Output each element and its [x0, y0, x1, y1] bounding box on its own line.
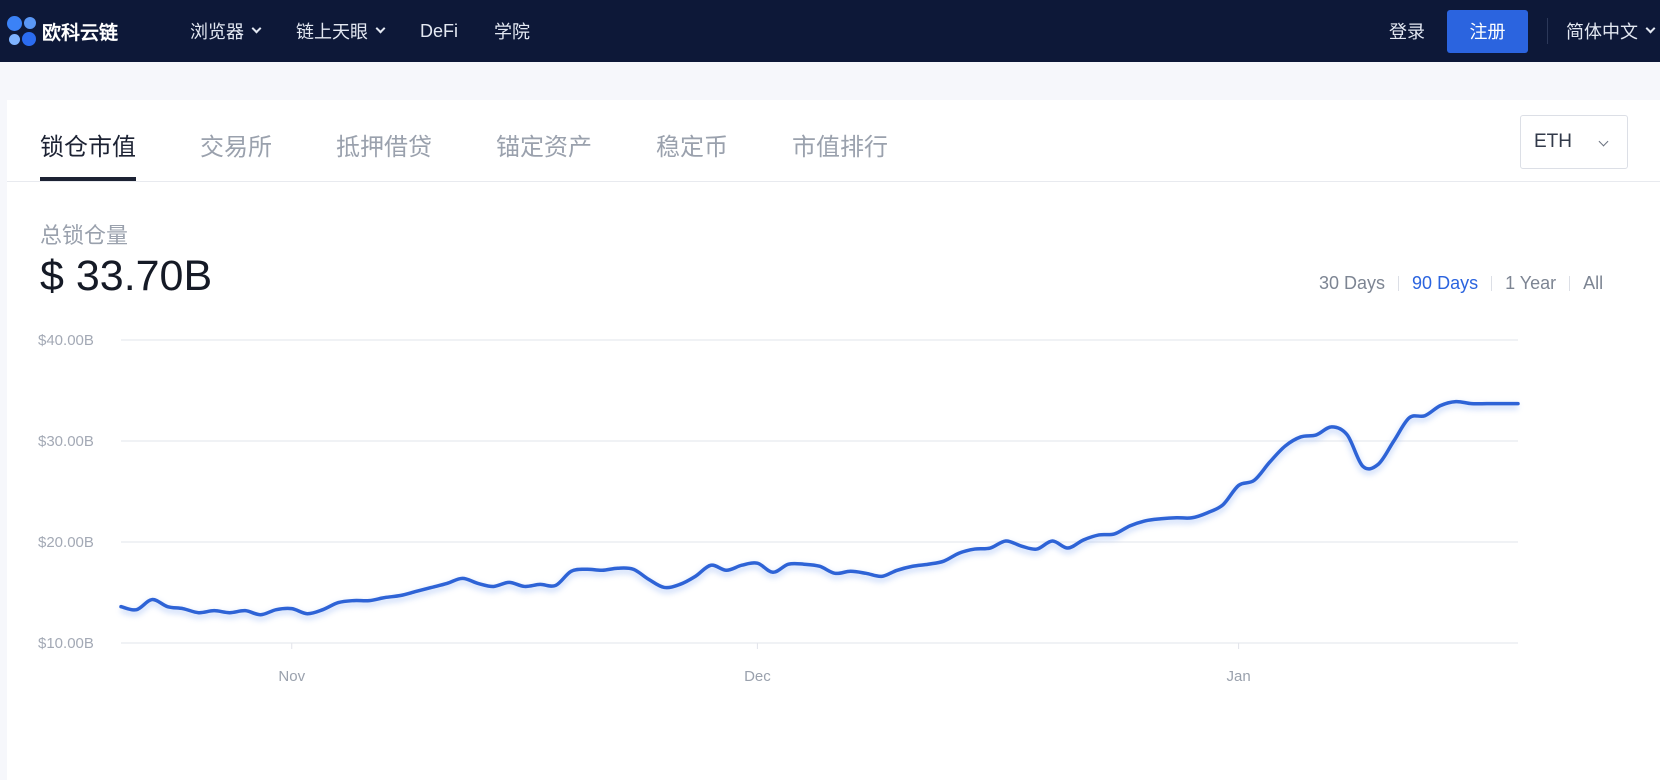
x-tick-label: Jan [1227, 668, 1251, 685]
tvl-line-chart[interactable]: $10.00B $20.00B $30.00B $40.00B Nov Dec Jan [0, 0, 1660, 765]
y-axis: $10.00B $20.00B $30.00B $40.00B [38, 332, 94, 652]
y-tick-label: $40.00B [38, 332, 94, 349]
x-tick-label: Nov [278, 668, 305, 685]
x-tick-label: Dec [744, 668, 771, 685]
series-group [119, 399, 1520, 621]
series-line-tvl [119, 399, 1520, 617]
grid-lines [121, 339, 1518, 644]
y-tick-label: $20.00B [38, 534, 94, 551]
x-axis: Nov Dec Jan [278, 643, 1251, 685]
y-tick-label: $10.00B [38, 635, 94, 652]
y-tick-label: $30.00B [38, 433, 94, 450]
